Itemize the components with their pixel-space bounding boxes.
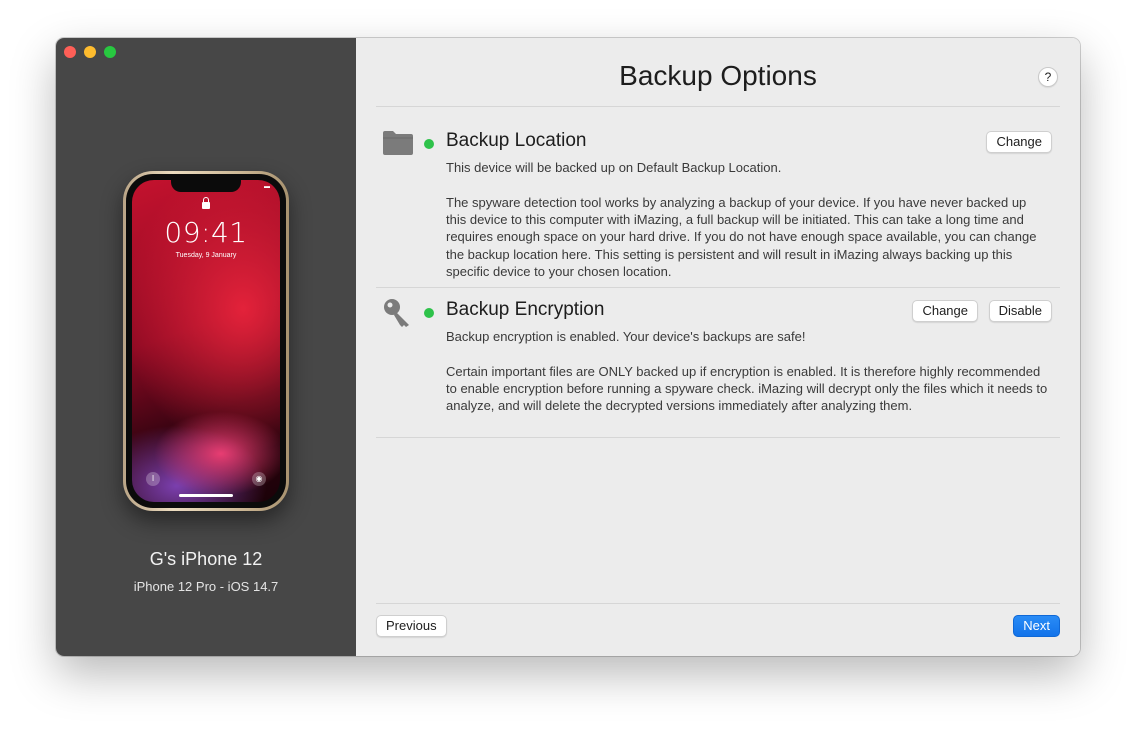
change-location-button[interactable]: Change xyxy=(986,131,1052,153)
divider xyxy=(376,287,1060,288)
change-encryption-button[interactable]: Change xyxy=(912,300,978,322)
traffic-lights xyxy=(64,46,116,58)
section-title: Backup Encryption xyxy=(446,299,605,320)
key-icon xyxy=(384,299,409,327)
device-sidebar: ▬ 09:41 Tuesday, 9 January ǀ ◉ G's iPhon… xyxy=(56,38,356,656)
backup-options-panel: Backup Options ? Backup Location This de… xyxy=(356,38,1080,656)
section-description: The spyware detection tool works by anal… xyxy=(446,195,1037,279)
lock-screen-date: Tuesday, 9 January xyxy=(175,252,237,259)
close-window-button[interactable] xyxy=(64,46,76,58)
folder-icon xyxy=(383,131,413,155)
zoom-window-button[interactable] xyxy=(104,46,116,58)
camera-icon: ◉ xyxy=(252,472,266,486)
divider xyxy=(376,106,1060,107)
previous-button[interactable]: Previous xyxy=(376,615,447,637)
page-title: Backup Options xyxy=(619,60,817,91)
status-indicator xyxy=(424,308,434,318)
battery-icon: ▬ xyxy=(264,184,270,190)
help-button[interactable]: ? xyxy=(1038,67,1058,87)
section-description: Certain important files are ONLY backed … xyxy=(446,364,1048,414)
disable-encryption-button[interactable]: Disable xyxy=(988,300,1052,322)
app-window: ▬ 09:41 Tuesday, 9 January ǀ ◉ G's iPhon… xyxy=(56,38,1080,656)
divider xyxy=(376,437,1060,438)
section-subtitle: This device will be backed up on Default… xyxy=(446,160,782,175)
backup-encryption-section: Backup Encryption Backup encryption is e… xyxy=(376,297,1060,437)
flashlight-icon: ǀ xyxy=(146,472,160,486)
section-subtitle: Backup encryption is enabled. Your devic… xyxy=(446,329,806,344)
device-model: iPhone 12 Pro - iOS 14.7 xyxy=(133,579,279,594)
backup-location-section: Backup Location This device will be back… xyxy=(376,128,1060,283)
next-button[interactable]: Next xyxy=(1013,615,1060,637)
padlock-icon xyxy=(202,197,210,209)
minimize-window-button[interactable] xyxy=(84,46,96,58)
device-image: ▬ 09:41 Tuesday, 9 January ǀ ◉ xyxy=(123,171,289,511)
footer-divider xyxy=(376,603,1060,604)
lock-screen-time: 09:41 xyxy=(164,216,248,249)
lock-screen: ▬ 09:41 Tuesday, 9 January ǀ ◉ xyxy=(132,180,280,502)
section-title: Backup Location xyxy=(446,130,587,151)
home-indicator xyxy=(179,494,233,497)
status-indicator xyxy=(424,139,434,149)
device-name: G's iPhone 12 xyxy=(149,549,263,569)
phone-notch xyxy=(171,180,241,192)
